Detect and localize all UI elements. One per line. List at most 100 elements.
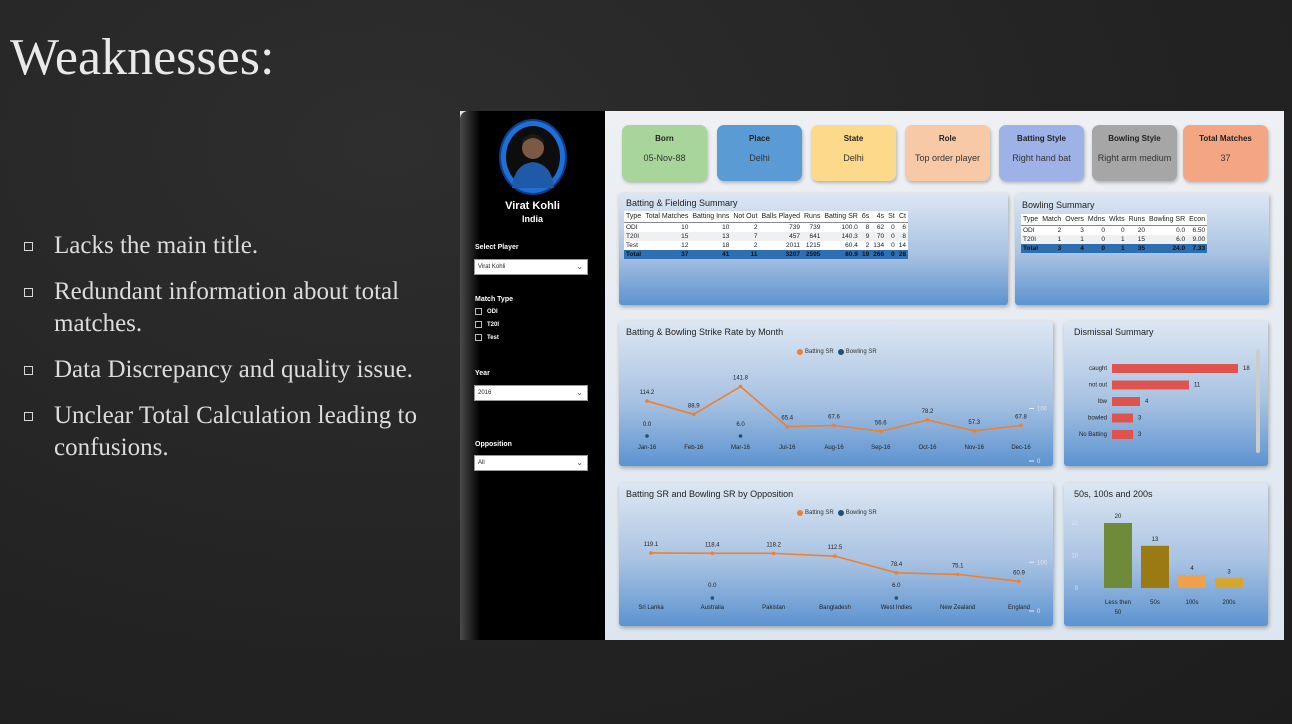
dashboard-main: Born 05-Nov-88 Place Delhi State Delhi Role Top… [605, 111, 1284, 640]
bullet-item: Redundant information about total matche… [24, 276, 444, 340]
table-header-cell[interactable]: Not Out [731, 211, 760, 223]
opposition-dropdown[interactable]: All ⌄ [474, 455, 588, 471]
table-header-cell[interactable]: Total Matches [643, 211, 691, 223]
table-row: T20I 1 1 0 1 15 6.0 9.00 [1021, 235, 1208, 244]
table-header-cell[interactable]: Type [624, 211, 644, 223]
bar-value-label: 3 [1138, 432, 1142, 438]
table-total-cell: 0 [1085, 244, 1108, 253]
batting-sr-point [894, 570, 899, 575]
table-header-cell[interactable]: Overs [1063, 214, 1086, 226]
bowling-summary-title: Bowling Summary [1022, 200, 1095, 210]
batting-sr-label: 67.6 [828, 415, 840, 421]
sr-by-opposition-panel: Batting SR and Bowling SR by Opposition … [619, 483, 1053, 626]
table-header-cell[interactable]: Runs [1126, 214, 1147, 226]
table-cell: 20 [1137, 227, 1145, 234]
bullet-box-icon [24, 242, 33, 251]
scrollbar[interactable] [1256, 349, 1260, 453]
table-header-cell[interactable]: Balls Played [759, 211, 802, 223]
table-header-cell[interactable]: St [886, 211, 897, 223]
player-photo-icon [512, 134, 554, 188]
x-tick-label: Feb-16 [684, 445, 704, 451]
bar-category-label: No Batting [1079, 432, 1107, 438]
table-header-cell[interactable]: Econ [1187, 214, 1208, 226]
bowling-sr-label: 6.0 [736, 422, 745, 428]
x-tick-label: Less then [1105, 600, 1131, 606]
select-player-dropdown[interactable]: Virat Kohli ⌄ [474, 259, 588, 275]
table-total-cell: 0 [886, 250, 897, 259]
y-tick-label: 20 [1071, 521, 1078, 527]
dismissal-bar [1112, 430, 1133, 439]
table-header-cell[interactable]: Type [1021, 214, 1041, 226]
bar-value-label: 3 [1138, 416, 1142, 422]
checkbox-test[interactable]: Test [475, 334, 499, 341]
table-header-cell[interactable]: 6s [859, 211, 872, 223]
table-header-cell[interactable]: 4s [871, 211, 887, 223]
table-header-cell[interactable]: Wkts [1107, 214, 1127, 226]
chevron-down-icon: ⌄ [576, 262, 583, 271]
table-total-cell: 35 [1126, 244, 1147, 253]
table-header-cell[interactable]: Runs [802, 211, 823, 223]
table-header-cell[interactable]: Bowling SR [1146, 214, 1188, 226]
dismissal-bar [1112, 397, 1140, 406]
sr-by-month-chart: 100 0 114.2 88.9 141.8 65.4 67.6 56.6 78.2 57.3 67… [638, 376, 1048, 465]
table-header-cell[interactable]: Ct [896, 211, 908, 223]
table-cell: 2011 [786, 242, 800, 249]
table-cell: 12 [681, 242, 689, 249]
info-card: State Delhi [811, 125, 896, 181]
info-card-title: Place [749, 134, 770, 143]
slide-title: Weaknesses: [10, 29, 275, 86]
x-tick-label: New Zealand [940, 605, 975, 611]
bowling-sr-point [894, 596, 899, 600]
dismissal-bar [1112, 413, 1133, 423]
info-card: Batting Style Right hand bat [999, 125, 1084, 181]
player-avatar [501, 121, 565, 193]
checkbox-odi[interactable]: ODI [475, 308, 498, 315]
table-total-cell: 41 [690, 250, 732, 259]
bullet-item: Lacks the main title. [24, 230, 444, 262]
x-tick-label: 100s [1185, 600, 1198, 606]
table-total-row: Total 37 41 11 3207 2595 80.9 19 266 0 28 [624, 250, 908, 259]
table-cell: 0 [1120, 227, 1125, 234]
batting-sr-point [645, 399, 649, 403]
table-cell: 70 [871, 232, 887, 241]
x-tick-label: 200s [1222, 600, 1235, 606]
table-cell: 15 [643, 232, 691, 241]
table-header-cell[interactable]: Batting Inns [690, 211, 732, 223]
table-cell: 140.3 [822, 232, 860, 241]
table-cell: 457 [759, 232, 802, 241]
table-header-cell[interactable]: Match [1040, 214, 1064, 226]
table-header-cell[interactable]: Batting SR [822, 211, 860, 223]
table-row: ODI 10 10 2 739 739 100.0 8 62 0 6 [624, 223, 908, 233]
table-cell: 2 [865, 242, 870, 249]
info-card-value: Delhi [843, 153, 864, 163]
y-tick-label: 0 [1037, 459, 1041, 465]
match-type-label: Match Type [475, 296, 513, 303]
table-header-cell[interactable]: Mdns [1085, 214, 1108, 226]
table-header-row: Type Match Overs Mdns Wkts Runs Bowling SR Econ [1021, 214, 1208, 226]
table-cell: 3 [1080, 227, 1084, 234]
info-card-value: Delhi [749, 153, 770, 163]
year-dropdown[interactable]: 2016 ⌄ [474, 385, 588, 401]
bar-category-label: lbw [1098, 399, 1108, 405]
bullet-item: Data Discrepancy and quality issue. [24, 354, 444, 386]
x-tick-label: Nov-16 [965, 445, 985, 451]
info-card-title: State [843, 134, 864, 143]
batting-sr-label: 114.2 [640, 390, 655, 396]
batting-sr-point [1017, 579, 1021, 584]
x-tick-label: Jan-16 [638, 445, 657, 451]
info-card-title: Bowling Style [1108, 134, 1161, 143]
batting-sr-label: 119.1 [644, 542, 659, 548]
x-tick-label: Sri Lanka [638, 605, 664, 611]
batting-sr-label: 78.4 [890, 562, 902, 568]
batting-sr-point [1019, 423, 1023, 428]
x-tick-label: England [1008, 605, 1030, 611]
bar-value-label: 13 [1152, 537, 1159, 543]
batting-sr-point [738, 384, 743, 389]
table-cell: 1 [1040, 235, 1064, 244]
table-total-cell: 3 [1040, 244, 1064, 253]
checkbox-t20i[interactable]: T20I [475, 321, 499, 328]
dismissal-panel: Dismissal Summary caught 18 not out 11 lbw 4 b… [1064, 321, 1268, 466]
info-card-value: 05-Nov-88 [643, 153, 686, 163]
table-total-cell: 80.9 [822, 250, 860, 259]
batting-sr-label: 112.5 [828, 545, 843, 551]
